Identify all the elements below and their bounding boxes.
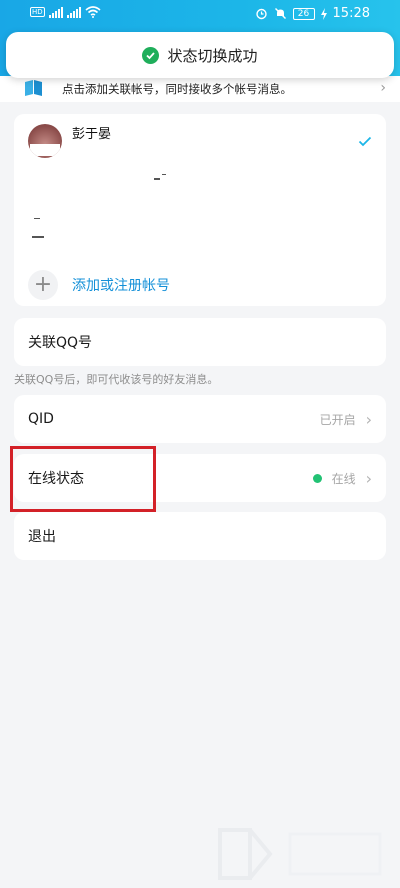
plus-icon: + xyxy=(28,270,58,300)
logout-label: 退出 xyxy=(28,529,56,545)
qid-value: 已开启 xyxy=(319,412,356,427)
success-toast: 状态切换成功 xyxy=(6,32,394,78)
redaction-mark xyxy=(154,178,160,180)
hd-badge: HD xyxy=(30,7,45,17)
online-dot-icon xyxy=(312,473,322,483)
add-account-label: 添加或注册帐号 xyxy=(72,278,170,294)
watermark-logo xyxy=(218,828,382,880)
mute-icon xyxy=(274,8,286,19)
linked-qq-row[interactable]: 关联QQ号 xyxy=(14,318,386,366)
chevron-right-icon: › xyxy=(365,468,372,488)
charging-icon xyxy=(320,7,327,20)
toast-message: 状态切换成功 xyxy=(167,46,258,65)
wifi-icon xyxy=(85,6,101,18)
qid-row[interactable]: QID 已开启 › xyxy=(14,395,386,443)
battery-icon: 26 xyxy=(292,7,315,20)
redaction-mark xyxy=(162,174,166,175)
success-check-icon xyxy=(142,46,160,64)
redaction-mark xyxy=(34,218,40,219)
linked-qq-hint: 关联QQ号后，即可代收该号的好友消息。 xyxy=(14,373,219,386)
avatar[interactable] xyxy=(28,124,62,158)
logout-row[interactable]: 退出 xyxy=(14,512,386,560)
linked-qq-label: 关联QQ号 xyxy=(28,335,93,351)
qid-label: QID xyxy=(28,411,54,427)
online-status-value: 在线 xyxy=(331,471,356,486)
chevron-right-icon: › xyxy=(365,409,372,429)
signal-icon xyxy=(48,6,63,18)
status-bar: HD 26 15:28 xyxy=(0,0,400,30)
alarm-icon xyxy=(255,8,267,20)
highlight-box xyxy=(10,446,156,512)
signal-icon xyxy=(66,6,81,18)
account-name[interactable]: 彭于晏 xyxy=(72,123,111,142)
add-account-row[interactable]: + 添加或注册帐号 xyxy=(28,270,170,300)
add-account-banner[interactable]: 点击添加关联帐号，同时接收多个帐号消息。 › xyxy=(0,76,400,102)
checkmark-icon xyxy=(358,132,372,151)
chevron-right-icon: › xyxy=(380,80,386,96)
clock: 15:28 xyxy=(332,6,370,21)
banner-text: 点击添加关联帐号，同时接收多个帐号消息。 xyxy=(62,82,292,96)
book-icon xyxy=(22,78,46,101)
account-card: 彭于晏 + 添加或注册帐号 xyxy=(14,114,386,306)
redaction-mark xyxy=(32,236,44,238)
